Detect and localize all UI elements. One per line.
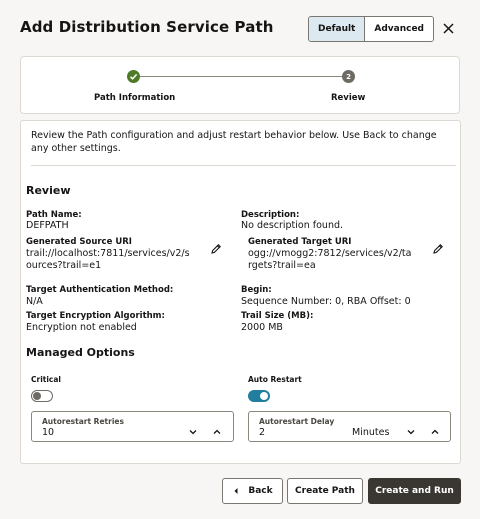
autorestart-delay-label: Autorestart Delay xyxy=(259,417,335,426)
autorestart-delay-field[interactable]: Autorestart Delay 2 Minutes xyxy=(248,411,451,442)
source-uri-value-line1: trail://localhost:7811/services/v2/s xyxy=(26,248,190,259)
source-uri-label: Generated Source URI xyxy=(26,237,132,247)
edit-target-uri-icon[interactable] xyxy=(432,240,444,254)
source-uri-value-line2: ources?trail=e1 xyxy=(26,260,102,271)
auto-restart-label: Auto Restart xyxy=(248,375,302,384)
begin-value: Sequence Number: 0, RBA Offset: 0 xyxy=(241,296,411,307)
intro-text: Review the Path configuration and adjust… xyxy=(31,130,437,154)
begin-label: Begin: xyxy=(241,285,272,295)
edit-source-uri-icon[interactable] xyxy=(210,240,222,254)
back-button[interactable]: Back xyxy=(222,478,283,504)
autorestart-retries-label: Autorestart Retries xyxy=(42,417,124,426)
autorestart-delay-unit: Minutes xyxy=(352,427,390,438)
target-auth-value: N/A xyxy=(26,296,43,307)
trail-size-value: 2000 MB xyxy=(241,322,283,333)
target-uri-label: Generated Target URI xyxy=(248,237,352,247)
target-uri-value-line1: ogg://vmogg2:7812/services/v2/ta xyxy=(248,248,412,259)
create-and-run-button[interactable]: Create and Run xyxy=(368,478,461,504)
mode-default-button[interactable]: Default xyxy=(309,17,365,41)
dialog-title: Add Distribution Service Path xyxy=(20,18,274,36)
auto-restart-toggle[interactable] xyxy=(248,390,270,402)
step-label-path-information[interactable]: Path Information xyxy=(94,93,175,103)
step-current-indicator: 2 xyxy=(342,70,355,83)
description-value: No description found. xyxy=(241,220,344,231)
managed-options-heading: Managed Options xyxy=(26,346,135,359)
step-label-review: Review xyxy=(331,93,366,103)
path-name-label: Path Name: xyxy=(26,210,82,220)
target-encryption-label: Target Encryption Algorithm: xyxy=(26,311,165,321)
target-encryption-value: Encryption not enabled xyxy=(26,322,137,333)
critical-toggle-knob xyxy=(33,392,41,400)
autorestart-delay-value[interactable]: 2 xyxy=(259,427,265,438)
review-panel: Review the Path configuration and adjust… xyxy=(20,120,461,464)
divider xyxy=(31,165,456,166)
review-heading: Review xyxy=(26,184,71,197)
chevron-up-icon[interactable] xyxy=(430,422,440,434)
auto-restart-toggle-knob xyxy=(260,392,268,400)
mode-toggle: Default Advanced xyxy=(308,16,434,42)
chevron-left-icon xyxy=(234,488,238,494)
trail-size-label: Trail Size (MB): xyxy=(241,311,314,321)
autorestart-retries-field[interactable]: Autorestart Retries 10 xyxy=(31,411,234,442)
step-train: 2 Path Information Review xyxy=(20,56,460,114)
chevron-down-icon[interactable] xyxy=(188,422,198,435)
critical-label: Critical xyxy=(31,375,62,384)
critical-toggle[interactable] xyxy=(31,390,53,402)
autorestart-retries-value[interactable]: 10 xyxy=(42,427,54,438)
path-name-value: DEFPATH xyxy=(26,220,69,231)
target-uri-value-line2: rgets?trail=ea xyxy=(248,260,316,271)
create-path-button[interactable]: Create Path xyxy=(287,478,363,504)
train-connector xyxy=(134,76,348,77)
back-button-label: Back xyxy=(248,486,273,496)
target-auth-label: Target Authentication Method: xyxy=(26,285,174,295)
chevron-down-icon[interactable] xyxy=(406,422,416,435)
step-complete-icon[interactable] xyxy=(127,70,140,83)
chevron-up-icon[interactable] xyxy=(212,422,222,434)
close-icon[interactable] xyxy=(440,20,456,36)
description-label: Description: xyxy=(241,210,300,220)
mode-advanced-button[interactable]: Advanced xyxy=(364,17,433,41)
